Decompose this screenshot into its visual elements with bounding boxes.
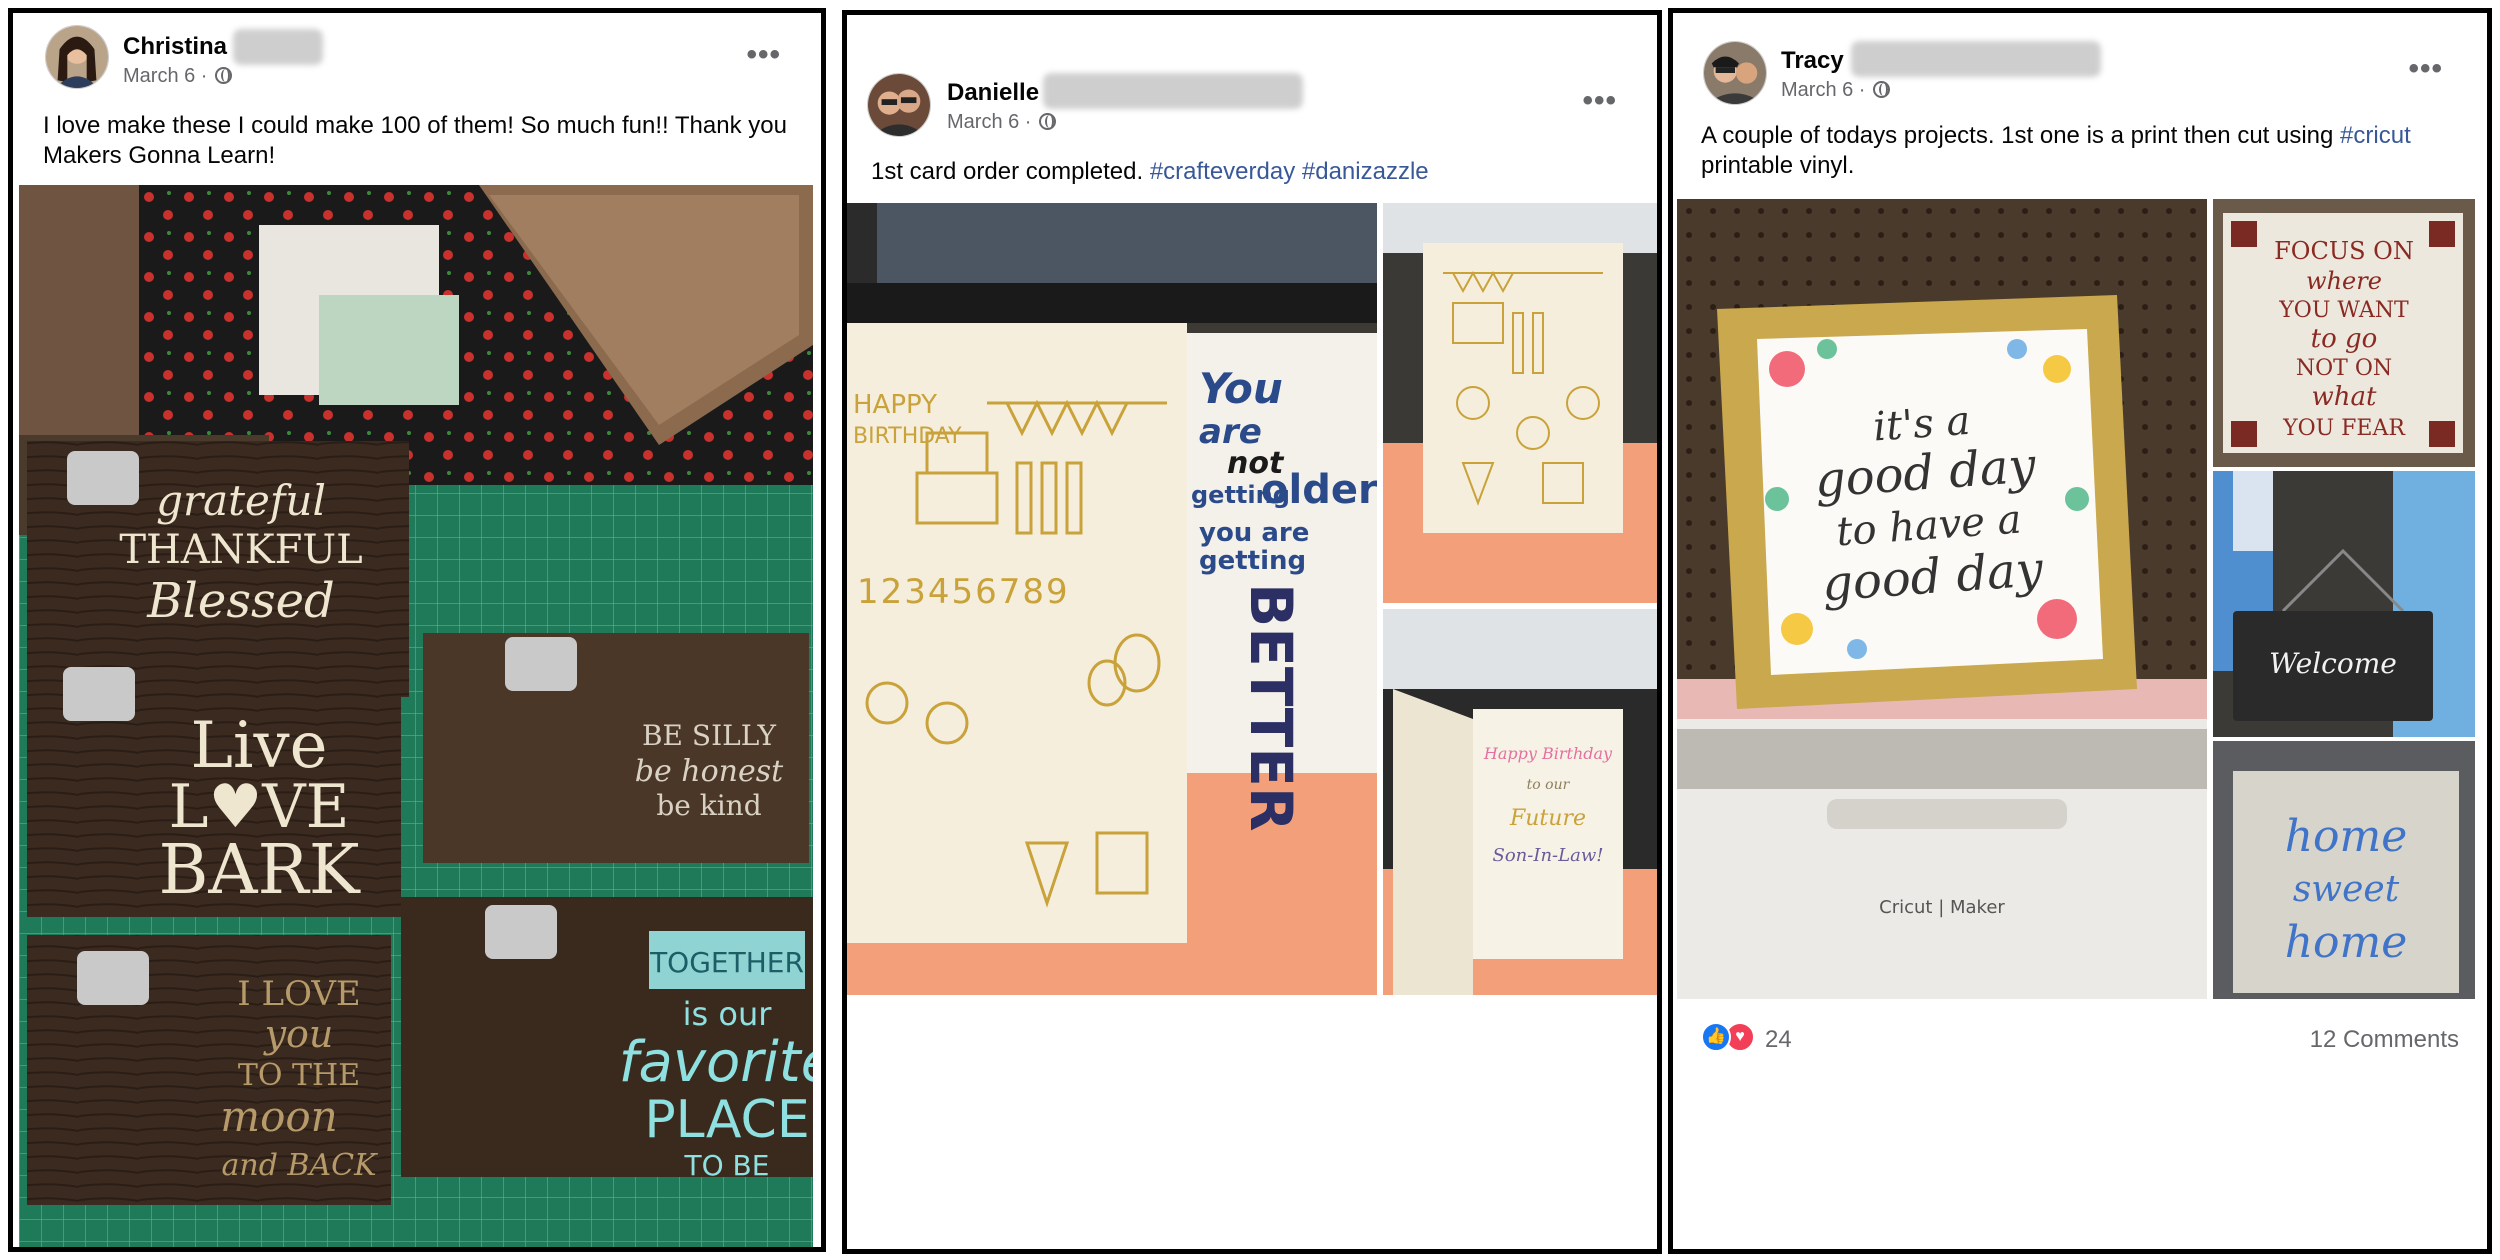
sign-text: you	[263, 1012, 334, 1056]
card-text: 123456789	[857, 572, 1070, 612]
post-text: I love make these I could make 100 of th…	[43, 112, 787, 169]
post-tracy: Tracy March 6 · ••• A couple of todays p…	[1668, 8, 2492, 1254]
sign-text: grateful	[156, 476, 326, 525]
post-text-plain: A couple of todays projects. 1st one is …	[1701, 122, 2341, 149]
sign-text: Welcome	[2269, 647, 2397, 680]
sign-text: TOGETHER	[649, 946, 804, 979]
more-options-icon[interactable]: •••	[2408, 54, 2443, 84]
sign-text: home	[2285, 917, 2408, 968]
sign-text: NOT ON	[2296, 356, 2392, 381]
card-text: You	[1199, 364, 1283, 413]
avatar[interactable]	[1703, 41, 1767, 105]
sign-text: be honest	[635, 754, 784, 789]
post-photo[interactable]: grateful THANKFUL Blessed Live L♥VE BARK…	[19, 185, 813, 1247]
sign-text: favorite	[619, 1030, 813, 1095]
author-name[interactable]: Christina	[123, 33, 227, 61]
globe-icon	[215, 67, 233, 84]
sign-text: moon	[220, 1092, 337, 1141]
author-name[interactable]: Danielle	[947, 79, 1039, 107]
globe-icon	[1873, 81, 1891, 98]
sign-text: and BACK	[221, 1148, 378, 1183]
card-text: Happy Birthday	[1483, 744, 1613, 763]
post-text: A couple of todays projects. 1st one is …	[1701, 121, 2461, 181]
post-text-plain: 1st card order completed.	[871, 158, 1150, 185]
card-text: getting	[1199, 546, 1306, 576]
sign-text: is our	[683, 995, 773, 1033]
sign-text: what	[2312, 382, 2378, 412]
post-photo[interactable]: FOCUS ON where YOU WANT to go NOT ON wha…	[2213, 199, 2475, 467]
sign-text: FOCUS ON	[2274, 237, 2414, 265]
post-text: 1st card order completed. #crafteverday …	[871, 157, 1631, 187]
sign-text: TO THE	[238, 1058, 360, 1093]
post-photo[interactable]: Cricut | Maker it's a good day to have a…	[1677, 199, 2207, 999]
post-photo[interactable]	[1383, 203, 1657, 603]
avatar[interactable]	[867, 73, 931, 137]
sign-text: I LOVE	[237, 974, 360, 1014]
post-date-text: March 6 ·	[123, 65, 208, 87]
sign-text: be kind	[656, 789, 761, 822]
sign-text: home	[2285, 811, 2408, 862]
more-options-icon[interactable]: •••	[746, 40, 781, 70]
card-text: older	[1261, 467, 1377, 513]
sign-text: BARK	[158, 831, 360, 910]
post-danielle: Danielle March 6 · ••• 1st card order co…	[842, 10, 1662, 1254]
hashtag-link[interactable]: #danizazzle	[1302, 158, 1429, 185]
card-text: to our	[1527, 777, 1571, 793]
redacted-name	[1851, 41, 2101, 77]
more-options-icon[interactable]: •••	[1582, 86, 1617, 116]
sign-text: THANKFUL	[119, 527, 362, 573]
sign-text: BE SILLY	[642, 719, 777, 752]
card-text: Son-In-Law!	[1493, 845, 1604, 866]
redacted-name	[1043, 73, 1303, 109]
reaction-count: 24	[1765, 1026, 1792, 1053]
post-christina: Christina March 6 · ••• I love make thes…	[8, 8, 826, 1252]
author-name[interactable]: Tracy	[1781, 47, 1844, 75]
post-date[interactable]: March 6 ·	[1781, 79, 1891, 102]
post-date[interactable]: March 6 ·	[947, 111, 1057, 134]
card-text: BETTER	[1237, 583, 1305, 832]
sign-text: Blessed	[146, 573, 334, 629]
post-photo[interactable]: home sweet home	[2213, 741, 2475, 999]
card-text: you are	[1199, 518, 1309, 548]
hashtag-link[interactable]: #cricut	[2340, 122, 2411, 149]
post-photo[interactable]: Happy Birthday to our Future Son-In-Law!	[1383, 609, 1657, 995]
card-text: Future	[1509, 806, 1586, 831]
card-text: HAPPY	[853, 390, 937, 420]
avatar[interactable]	[45, 25, 109, 89]
like-icon: 👍	[1701, 1022, 1731, 1052]
machine-label: Cricut | Maker	[1879, 897, 2005, 918]
sign-text: YOU WANT	[2278, 298, 2409, 323]
redacted-name	[233, 29, 323, 65]
post-date-text: March 6 ·	[1781, 79, 1866, 101]
sign-text: PLACE	[644, 1090, 809, 1150]
globe-icon	[1039, 113, 1057, 130]
comments-link[interactable]: 12 Comments	[2310, 1026, 2459, 1054]
post-text-plain: printable vinyl.	[1701, 152, 1855, 179]
hashtag-link[interactable]: #crafteverday	[1150, 158, 1295, 185]
post-photo[interactable]: Welcome	[2213, 471, 2475, 737]
sign-text: to go	[2311, 324, 2378, 354]
sign-text: where	[2306, 267, 2382, 295]
sign-text: YOU FEAR	[2282, 416, 2406, 441]
sign-text: TO BE	[684, 1149, 770, 1182]
sign-text: sweet	[2293, 869, 2400, 910]
card-text: BIRTHDAY	[853, 424, 962, 449]
post-date[interactable]: March 6 ·	[123, 65, 233, 88]
post-date-text: March 6 ·	[947, 111, 1032, 133]
post-photo[interactable]: HAPPY BIRTHDAY 123456789 You are not get…	[847, 203, 1377, 995]
